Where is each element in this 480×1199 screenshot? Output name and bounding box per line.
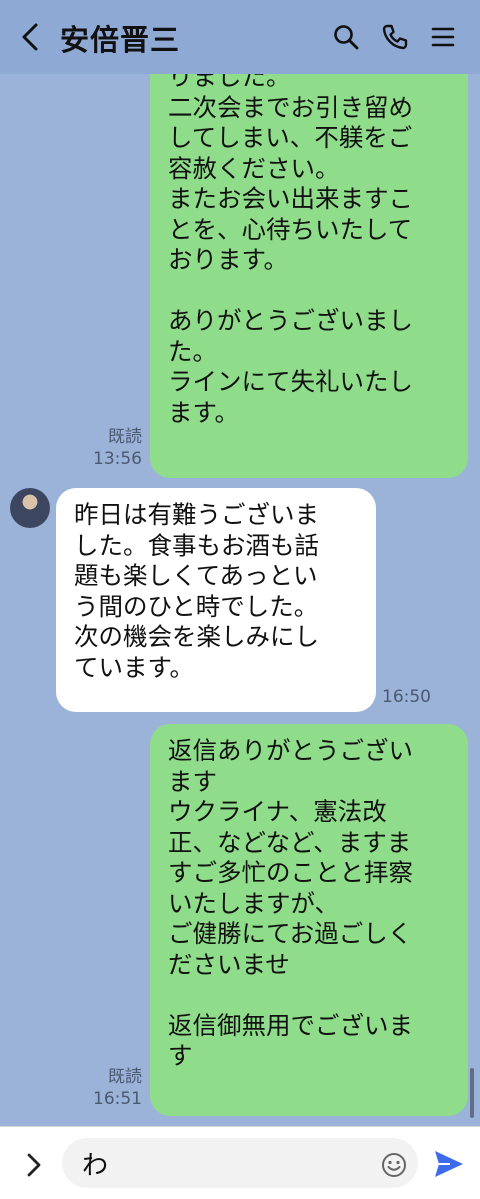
chat-title: 安倍晋三 (60, 23, 181, 57)
read-receipt: 既読 (108, 427, 142, 447)
read-receipt: 既読 (108, 1067, 142, 1087)
phone-icon[interactable] (380, 22, 410, 52)
search-icon[interactable] (331, 22, 361, 52)
contact-avatar[interactable] (10, 488, 50, 528)
menu-icon[interactable] (428, 22, 458, 52)
message-meta: 既読 13:56 (86, 426, 142, 470)
message-time: 13:56 (93, 449, 142, 469)
message-list[interactable]: りました。 二次会までお引き留め してしまい、不躾をご 容赦ください。 またお会… (0, 74, 480, 1126)
chat-header: 安倍晋三 (0, 0, 480, 74)
scrollbar[interactable] (470, 1068, 474, 1118)
expand-chevron-icon[interactable] (22, 1151, 46, 1179)
emoji-icon[interactable] (380, 1151, 408, 1179)
message-meta: 既読 16:51 (86, 1066, 142, 1110)
their-message-bubble[interactable]: 昨日は有難うございま した。食事もお酒も話 題も楽しくてあっとい う間のひと時で… (56, 488, 376, 712)
send-icon[interactable] (432, 1147, 466, 1181)
input-bar (0, 1126, 480, 1199)
message-time: 16:51 (93, 1089, 142, 1109)
message-meta: 16:50 (382, 686, 432, 708)
my-message-bubble[interactable]: りました。 二次会までお引き留め してしまい、不躾をご 容赦ください。 またお会… (150, 74, 468, 478)
message-time: 16:50 (382, 687, 431, 707)
message-input[interactable] (62, 1138, 418, 1188)
my-message-bubble[interactable]: 返信ありがとうござい ます ウクライナ、憲法改 正、などなど、ますま すご多忙の… (150, 724, 468, 1116)
back-chevron-icon[interactable] (18, 22, 44, 52)
